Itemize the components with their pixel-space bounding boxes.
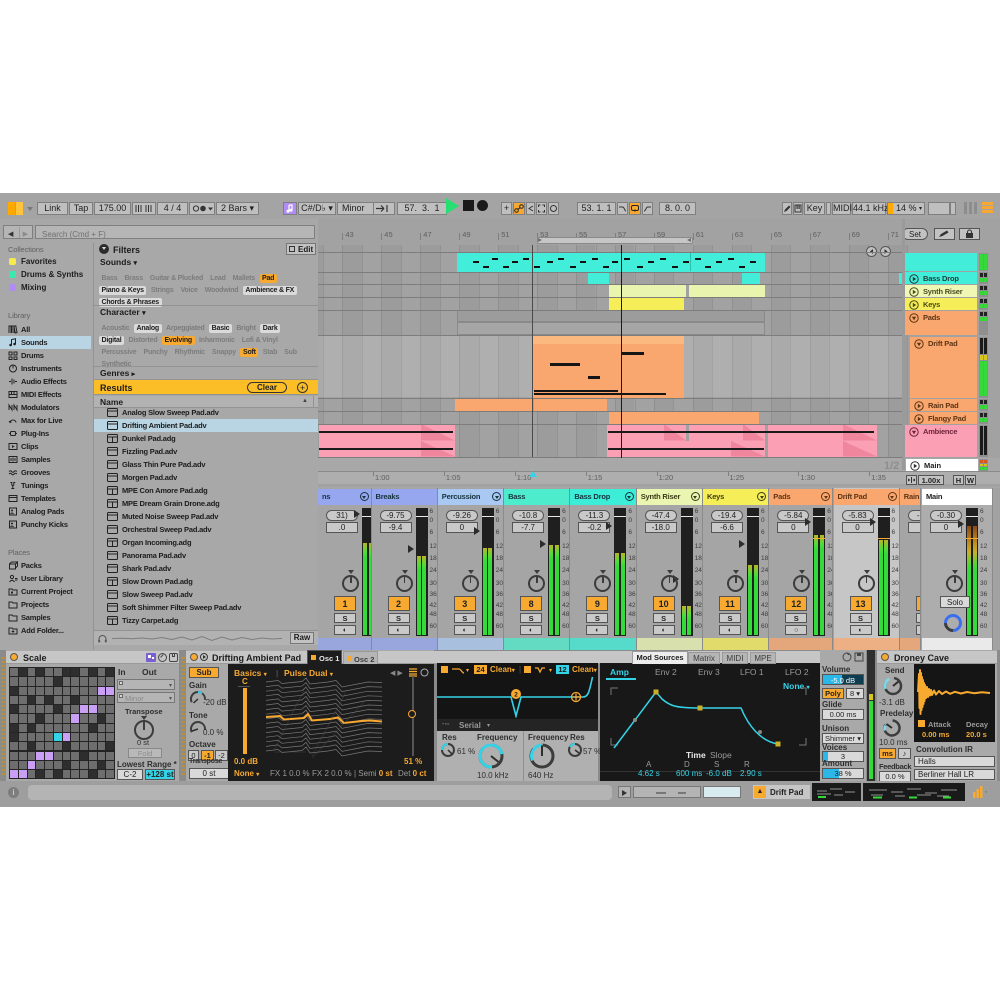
svg-text:2: 2 bbox=[514, 692, 518, 699]
